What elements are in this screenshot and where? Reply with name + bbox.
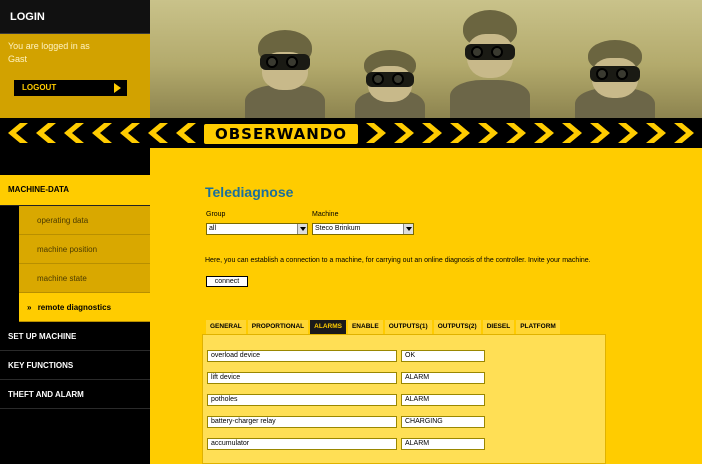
nav-machine-data-label: MACHINE-DATA — [8, 185, 70, 194]
tab-proportional[interactable]: PROPORTIONAL — [247, 320, 309, 334]
logout-button[interactable]: LOGOUT — [14, 80, 127, 96]
header-photo — [150, 0, 702, 118]
group-select[interactable]: all — [206, 223, 308, 235]
nav-sub-operating-data[interactable]: operating data — [19, 206, 150, 235]
tab-diesel[interactable]: DIESEL — [482, 320, 515, 334]
person-image — [350, 50, 430, 118]
alarms-table: overload device OK lift device ALARM pot… — [202, 334, 606, 464]
login-header: LOGIN — [0, 0, 150, 34]
brand-banner: OBSERWANDO — [0, 118, 702, 148]
tab-general[interactable]: GENERAL — [206, 320, 246, 334]
tab-outputs-1[interactable]: OUTPUTS(1) — [384, 320, 432, 334]
machine-select[interactable]: Steco Brinkum — [312, 223, 414, 235]
nav-sub-label: operating data — [37, 216, 89, 225]
info-text: Here, you can establish a connection to … — [205, 257, 591, 264]
group-select-value: all — [209, 225, 217, 232]
nav-sub-machine-position[interactable]: machine position — [19, 235, 150, 264]
nav-machine-data[interactable]: MACHINE-DATA — [0, 175, 150, 206]
login-panel: LOGIN You are logged in as Gast LOGOUT — [0, 0, 150, 118]
machine-label: Machine — [312, 211, 339, 218]
nav-sub-remote-diagnostics[interactable]: » remote diagnostics — [19, 293, 150, 322]
group-label: Group — [206, 211, 226, 218]
person-image — [240, 30, 330, 118]
alarm-status: CHARGING — [401, 416, 485, 428]
nav-section-label: THEFT AND ALARM — [8, 390, 84, 399]
nav-sub-label: remote diagnostics — [37, 303, 112, 312]
arrow-right-icon — [114, 83, 121, 93]
alarm-name: battery-charger relay — [207, 416, 397, 428]
nav-section-label: SET UP MACHINE — [8, 332, 77, 341]
person-image — [570, 40, 660, 118]
tab-bar: GENERAL PROPORTIONAL ALARMS ENABLE OUTPU… — [206, 320, 562, 334]
login-status-text: You are logged in as — [8, 41, 90, 51]
chevron-double-right-icon: » — [27, 303, 32, 312]
tab-outputs-2[interactable]: OUTPUTS(2) — [433, 320, 481, 334]
main-content: Telediagnose Group all Machine Steco Bri… — [150, 148, 702, 464]
nav-sub-label: machine state — [37, 274, 87, 283]
alarm-name: overload device — [207, 350, 397, 362]
alarm-status: ALARM — [401, 394, 485, 406]
brand-logo: OBSERWANDO — [204, 124, 358, 144]
login-username: Gast — [8, 54, 28, 64]
nav-section-label: KEY FUNCTIONS — [8, 361, 74, 370]
alarm-name: lift device — [207, 372, 397, 384]
tab-alarms[interactable]: ALARMS — [310, 320, 346, 334]
tab-enable[interactable]: ENABLE — [347, 320, 383, 334]
machine-select-value: Steco Brinkum — [315, 225, 361, 232]
login-status: You are logged in as Gast — [8, 40, 142, 66]
login-body: You are logged in as Gast LOGOUT — [0, 34, 150, 118]
alarm-status: ALARM — [401, 438, 485, 450]
alarm-name: potholes — [207, 394, 397, 406]
connect-button[interactable]: connect — [206, 276, 248, 287]
chevron-down-icon — [297, 224, 307, 234]
sidebar-nav: MACHINE-DATA operating data machine posi… — [0, 148, 150, 464]
tab-platform[interactable]: PLATFORM — [516, 320, 560, 334]
nav-set-up-machine[interactable]: SET UP MACHINE — [0, 322, 150, 351]
nav-key-functions[interactable]: KEY FUNCTIONS — [0, 351, 150, 380]
page-title: Telediagnose — [205, 184, 294, 200]
alarm-status: ALARM — [401, 372, 485, 384]
nav-sub-label: machine position — [37, 245, 98, 254]
person-image — [445, 10, 535, 118]
nav-theft-and-alarm[interactable]: THEFT AND ALARM — [0, 380, 150, 409]
alarm-status: OK — [401, 350, 485, 362]
nav-sub-machine-state[interactable]: machine state — [19, 264, 150, 293]
chevron-down-icon — [403, 224, 413, 234]
alarm-name: accumulator — [207, 438, 397, 450]
logout-label: LOGOUT — [22, 83, 57, 92]
